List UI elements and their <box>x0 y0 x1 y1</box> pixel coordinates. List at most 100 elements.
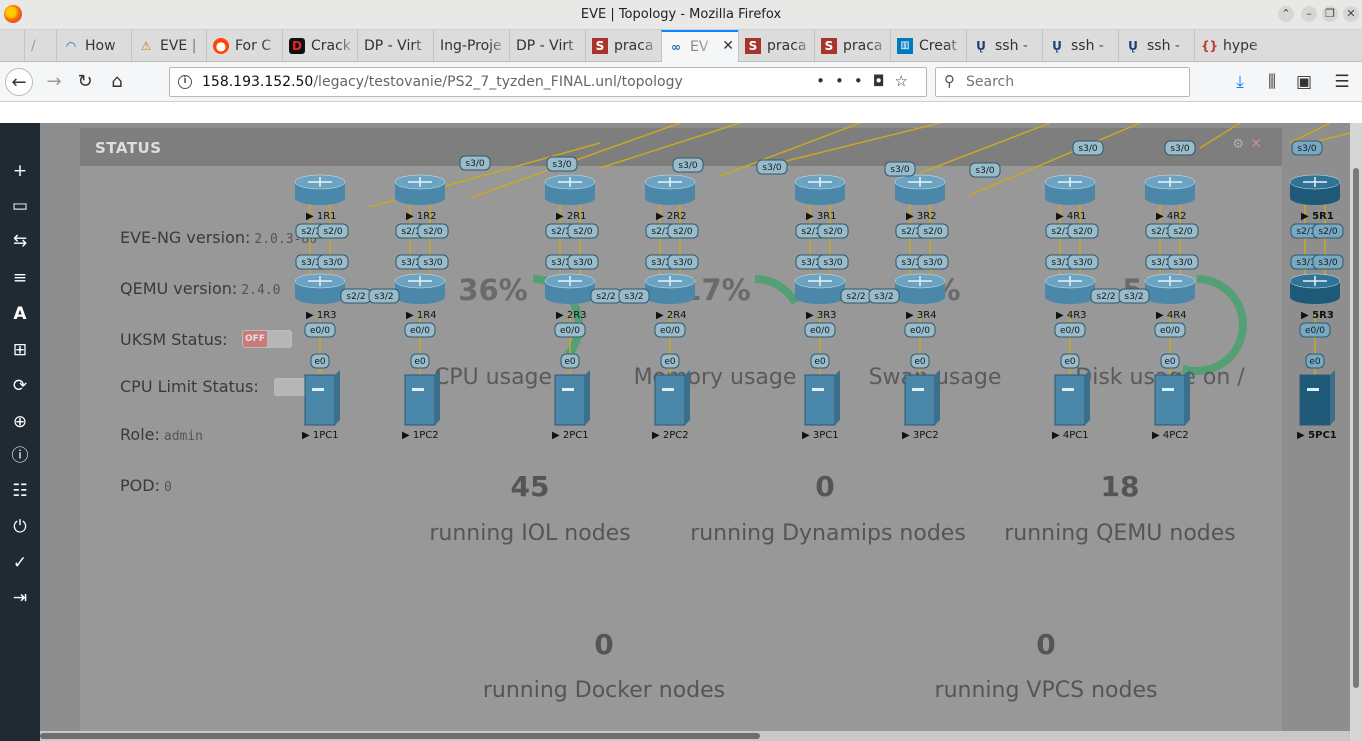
tab-3[interactable]: D Crack <box>282 30 357 61</box>
eve-icon: ◠ <box>66 38 76 53</box>
vertical-scrollbar[interactable] <box>1350 123 1362 741</box>
tab-4[interactable]: DP - Virt <box>357 30 433 61</box>
tab-11[interactable]: ▥ Creat <box>890 30 966 61</box>
tab-partial[interactable]: / <box>24 30 56 61</box>
page-actions-icon[interactable]: ••• <box>816 72 873 90</box>
u-icon: Ų <box>1052 38 1062 53</box>
window-title: EVE | Topology - Mozilla Firefox <box>580 7 782 22</box>
close-panel-icon[interactable]: ✕ <box>1250 136 1262 152</box>
startup-configs-icon[interactable]: ≡ <box>6 265 34 291</box>
iol-count: 45 <box>510 470 550 503</box>
brace-icon: {} <box>1201 38 1219 53</box>
memory-gauge-value: 17% <box>681 273 751 307</box>
pocket-icon[interactable]: ◘ <box>873 72 895 90</box>
status-panel: STATUS ⚙ ✕ EVE-NG version: 2.0.3-86 QEMU … <box>80 128 1282 741</box>
gauges <box>483 275 1247 375</box>
tab-14[interactable]: Ųssh - <box>1118 30 1194 61</box>
back-button[interactable]: ← <box>5 68 33 96</box>
search-bar[interactable]: ⚲ <box>935 67 1190 97</box>
status-title: STATUS <box>95 139 162 157</box>
router-node: ▶ 5R3 <box>1289 273 1341 321</box>
url-text[interactable]: 158.193.152.50/legacy/testovanie/PS2_7_t… <box>202 74 683 90</box>
maximize-button[interactable]: ❐ <box>1322 6 1338 22</box>
page-content: + ▭ ⇆ ≡ A ⊞ ⟳ ⊕ ⓘ ☷ ⏻ ✓ ⇥ STATUS ⚙ ✕ EVE… <box>0 103 1362 741</box>
d-icon: D <box>289 37 305 54</box>
close-tab-icon[interactable]: ✕ <box>722 38 734 54</box>
port-text: e0 <box>1309 357 1321 367</box>
cpu-gauge-value: 36% <box>458 273 528 307</box>
grid-icon[interactable]: ⊞ <box>6 337 34 363</box>
node-label: ▶ 5R3 <box>1301 310 1334 321</box>
tab-0[interactable]: ◠ How <box>56 30 131 61</box>
port-text: s2/0 <box>1318 227 1337 237</box>
port-label: s2/1 <box>1290 223 1322 239</box>
warning-icon: ⚠ <box>140 38 152 53</box>
tab-15[interactable]: {} hype <box>1194 30 1270 61</box>
downloads-icon[interactable]: ⤓ <box>1226 68 1254 96</box>
add-icon[interactable]: + <box>6 158 34 184</box>
home-button[interactable]: ⌂ <box>103 68 131 96</box>
status-panel-header: STATUS ⚙ ✕ <box>80 128 1282 166</box>
sidebar-toggle-icon[interactable]: ▣ <box>1290 68 1318 96</box>
s-icon: S <box>745 37 761 54</box>
tab-12[interactable]: Ųssh - <box>966 30 1042 61</box>
forward-button[interactable]: → <box>40 68 68 96</box>
tab-5[interactable]: Ing-Proje <box>433 30 509 61</box>
close-window-button[interactable]: ✕ <box>1343 6 1359 22</box>
disk-gauge-value: 55% <box>1122 273 1192 307</box>
site-info-icon[interactable]: i <box>178 75 192 89</box>
tab-10[interactable]: Spraca <box>814 30 890 61</box>
dynamips-count-label: running Dynamips nodes <box>690 521 966 546</box>
tab-7[interactable]: Spraca <box>585 30 661 61</box>
link <box>1289 123 1331 144</box>
node-label: ▶ 5PC1 <box>1297 430 1337 441</box>
refresh-icon[interactable]: ⟳ <box>6 373 34 399</box>
search-input[interactable] <box>966 72 1176 92</box>
reddit-icon: ● <box>213 37 229 54</box>
s-icon: S <box>821 37 837 54</box>
url-bar[interactable]: i 158.193.152.50/legacy/testovanie/PS2_7… <box>169 67 927 97</box>
library-icon[interactable]: ⫼ <box>1258 68 1286 96</box>
u-icon: Ų <box>1128 38 1138 53</box>
qemu-count-label: running QEMU nodes <box>1004 521 1236 546</box>
info-icon[interactable]: ⓘ <box>6 443 34 469</box>
tab-6[interactable]: DP - Virt <box>509 30 585 61</box>
docker-count-label: running Docker nodes <box>482 678 726 703</box>
networks-icon[interactable]: ⇆ <box>6 228 34 254</box>
zoom-icon[interactable]: ⊕ <box>6 409 34 435</box>
resize-up-icon[interactable]: ⌃ <box>1278 6 1294 22</box>
tab-2[interactable]: ● For C <box>206 30 282 61</box>
menu-icon[interactable]: ☰ <box>1328 68 1356 96</box>
list-icon[interactable]: ☷ <box>6 478 34 504</box>
bookmark-star-icon[interactable]: ☆ <box>895 72 918 90</box>
port-text: e0/0 <box>1305 326 1325 336</box>
eve-icon: ∞ <box>671 40 681 54</box>
text-icon[interactable]: A <box>6 301 34 327</box>
port-text: s3/1 <box>1296 258 1315 268</box>
pc-node: ▶ 5PC1 <box>1297 370 1337 441</box>
link <box>1309 132 1350 144</box>
topology-canvas[interactable]: STATUS ⚙ ✕ EVE-NG version: 2.0.3-86 QEMU … <box>40 123 1350 741</box>
minimize-button[interactable]: – <box>1301 6 1317 22</box>
trello-icon: ▥ <box>897 37 913 54</box>
port-label: e0/0 <box>1299 322 1331 338</box>
tab-9[interactable]: Spraca <box>738 30 814 61</box>
port-label: s2/0 <box>1312 223 1344 239</box>
dynamips-count: 0 <box>815 470 835 503</box>
s-icon: S <box>592 37 608 54</box>
power-icon[interactable]: ⏻ <box>6 514 34 540</box>
port-label: s3/0 <box>1291 140 1323 156</box>
window-titlebar: EVE | Topology - Mozilla Firefox ⌃ – ❐ ✕ <box>0 0 1362 30</box>
logout-icon[interactable]: ⇥ <box>6 585 34 611</box>
port-text: s2/1 <box>1296 227 1315 237</box>
check-icon[interactable]: ✓ <box>6 550 34 576</box>
tab-strip: ‹ / ◠How ⚠EVE | ●For C DCrack DP - Virt … <box>0 30 1362 87</box>
settings-gear-icon[interactable]: ⚙ <box>1232 137 1244 152</box>
tab-8-active[interactable]: ∞EV✕ <box>661 30 738 62</box>
tab-1[interactable]: ⚠ EVE | <box>131 30 206 61</box>
nodes-icon[interactable]: ▭ <box>6 193 34 219</box>
tab-13[interactable]: Ųssh - <box>1042 30 1118 61</box>
horizontal-scrollbar[interactable] <box>40 731 1350 741</box>
reload-button[interactable]: ↻ <box>71 68 99 96</box>
memory-gauge-label: Memory usage <box>633 365 797 390</box>
